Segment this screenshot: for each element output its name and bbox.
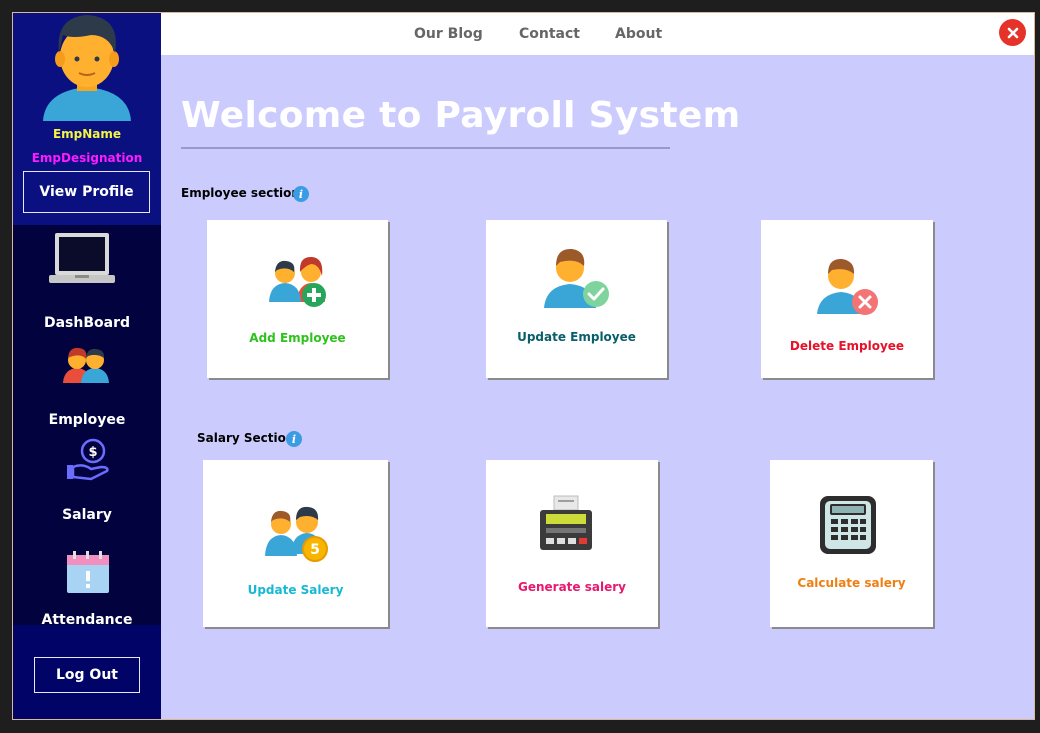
update-salary-card[interactable]: 5 Update Salery bbox=[203, 460, 388, 627]
laptop-icon[interactable] bbox=[49, 231, 115, 289]
cash-register-icon bbox=[540, 495, 592, 550]
nav-link-contact[interactable]: Contact bbox=[519, 26, 580, 42]
user-avatar-icon bbox=[43, 15, 131, 121]
add-employee-label: Add Employee bbox=[249, 331, 346, 345]
sidebar-nav: DashBoard Employee $ Salary Attendance bbox=[13, 225, 161, 628]
close-button[interactable] bbox=[999, 19, 1026, 46]
title-divider bbox=[181, 147, 670, 149]
nav-salary[interactable]: Salary bbox=[13, 507, 161, 523]
svg-text:5: 5 bbox=[310, 542, 320, 558]
add-employee-card[interactable]: Add Employee bbox=[207, 220, 388, 378]
calculator-icon bbox=[820, 496, 876, 554]
employee-name: EmpName bbox=[52, 127, 122, 141]
calendar-icon[interactable] bbox=[65, 549, 111, 595]
update-employee-card[interactable]: Update Employee bbox=[486, 220, 667, 378]
info-icon[interactable]: i bbox=[293, 186, 309, 202]
info-icon[interactable]: i bbox=[286, 431, 302, 447]
update-salary-label: Update Salery bbox=[247, 583, 344, 597]
nav-dashboard[interactable]: DashBoard bbox=[13, 315, 161, 331]
delete-employee-icon bbox=[817, 258, 878, 315]
calculate-salary-label: Calculate salery bbox=[797, 576, 906, 590]
employee-section-label: Employee section bbox=[181, 186, 300, 200]
delete-employee-label: Delete Employee bbox=[789, 339, 905, 353]
employee-designation: EmpDesignation bbox=[31, 151, 143, 165]
page-title: Welcome to Payroll System bbox=[181, 95, 741, 136]
update-salary-icon: 5 bbox=[265, 506, 328, 562]
generate-salary-label: Generate salery bbox=[518, 580, 626, 594]
nav-link-about[interactable]: About bbox=[615, 26, 662, 42]
profile-panel: EmpName EmpDesignation View Profile bbox=[13, 13, 161, 225]
app-window: EmpName EmpDesignation View Profile Dash… bbox=[12, 12, 1035, 720]
add-employee-icon bbox=[269, 256, 326, 307]
svg-text:$: $ bbox=[88, 445, 97, 460]
generate-salary-card[interactable]: Generate salery bbox=[486, 460, 658, 627]
calculate-salary-card[interactable]: Calculate salery bbox=[770, 460, 933, 627]
sidebar: EmpName EmpDesignation View Profile Dash… bbox=[13, 13, 161, 719]
salary-section-label: Salary Section bbox=[197, 431, 295, 445]
logout-button[interactable]: Log Out bbox=[34, 657, 140, 693]
update-employee-label: Update Employee bbox=[517, 330, 636, 344]
employees-icon[interactable] bbox=[61, 343, 111, 383]
nav-link-blog[interactable]: Our Blog bbox=[414, 26, 483, 42]
top-navbar: Our Blog Contact About bbox=[161, 13, 1034, 55]
salary-hand-icon[interactable]: $ bbox=[65, 437, 113, 483]
view-profile-button[interactable]: View Profile bbox=[23, 171, 150, 213]
delete-employee-card[interactable]: Delete Employee bbox=[761, 220, 933, 378]
nav-employee[interactable]: Employee bbox=[13, 412, 161, 428]
nav-attendance[interactable]: Attendance bbox=[13, 612, 161, 628]
update-employee-icon bbox=[544, 248, 609, 308]
close-icon bbox=[1007, 27, 1018, 38]
